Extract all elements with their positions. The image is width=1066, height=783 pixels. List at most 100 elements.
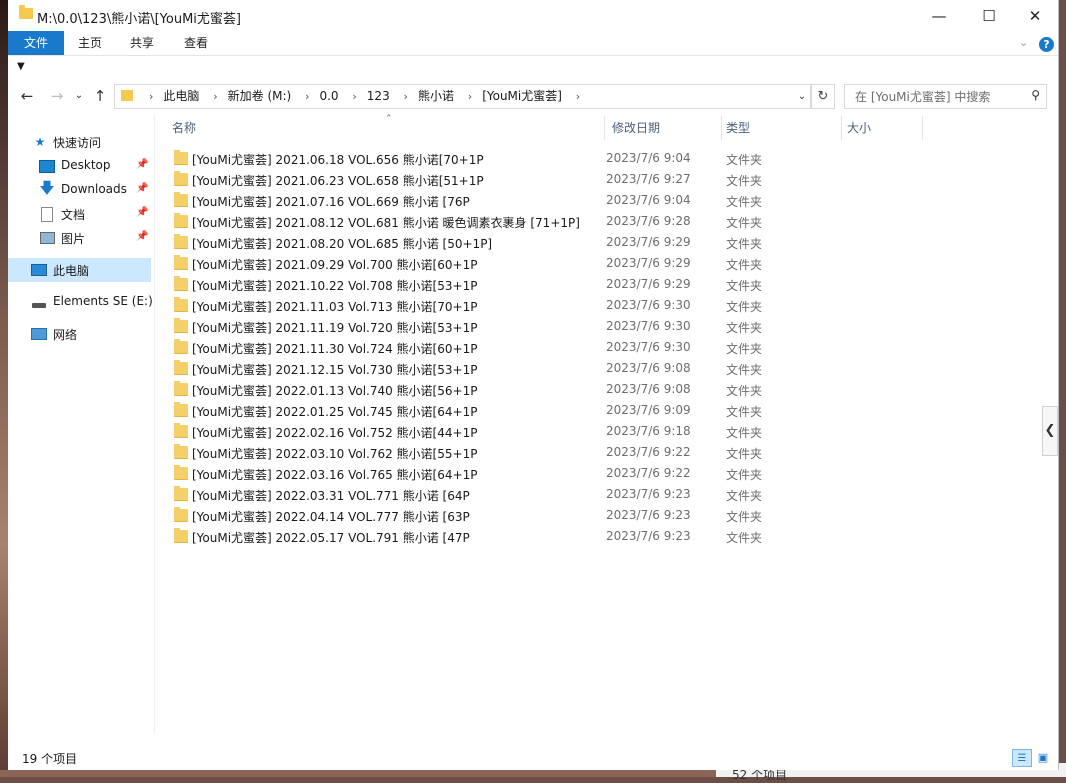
sidebar-item-this-pc[interactable]: 此电脑 (8, 258, 151, 282)
file-name[interactable]: [YouMi尤蜜荟] 2021.06.18 VOL.656 熊小诺[70+1P (192, 151, 484, 168)
help-icon[interactable]: ? (1039, 37, 1054, 52)
file-name[interactable]: [YouMi尤蜜荟] 2022.03.31 VOL.771 熊小诺 [64P (192, 487, 470, 504)
collapse-pane-chevron-icon[interactable]: ❮ (1042, 406, 1058, 456)
address-dropdown-chevron-icon[interactable]: ⌄ (795, 85, 809, 108)
file-type: 文件夹 (726, 468, 763, 482)
table-row[interactable]: [YouMi尤蜜荟] 2021.07.16 VOL.669 熊小诺 [76P 20… (172, 190, 932, 211)
sidebar-item-downloads[interactable]: 🡇 Downloads 📌 (8, 178, 151, 202)
folder-icon (174, 507, 188, 522)
search-icon[interactable]: ⚲ (1031, 88, 1040, 102)
breadcrumb-item[interactable]: 此电脑 (163, 89, 199, 103)
star-icon: ★ (34, 135, 46, 149)
table-row[interactable]: [YouMi尤蜜荟] 2021.10.22 Vol.708 熊小诺[53+1P 2… (172, 274, 932, 295)
tab-home[interactable]: 主页 (64, 31, 116, 55)
tab-view[interactable]: 查看 (168, 31, 224, 55)
file-name[interactable]: [YouMi尤蜜荟] 2022.03.10 Vol.762 熊小诺[55+1P (192, 445, 477, 462)
tab-file[interactable]: 文件 (8, 31, 64, 55)
table-row[interactable]: [YouMi尤蜜荟] 2021.08.20 VOL.685 熊小诺 [50+1P… (172, 232, 932, 253)
file-name[interactable]: [YouMi尤蜜荟] 2022.04.14 VOL.777 熊小诺 [63P (192, 508, 470, 525)
file-name[interactable]: [YouMi尤蜜荟] 2021.08.12 VOL.681 熊小诺 暖色调素衣裹… (192, 214, 580, 231)
breadcrumb-item[interactable]: 熊小诺 (418, 89, 454, 103)
file-type: 文件夹 (726, 342, 763, 356)
customize-toolbar-arrow-icon[interactable]: ▼ (17, 61, 25, 72)
minimize-button[interactable]: — (916, 0, 962, 31)
folder-icon (174, 360, 188, 375)
large-icons-view-icon[interactable]: ▣ (1035, 749, 1051, 765)
table-row[interactable]: [YouMi尤蜜荟] 2021.12.15 Vol.730 熊小诺[53+1P 2… (172, 358, 932, 379)
sort-ascending-icon: ⌃ (385, 114, 393, 124)
breadcrumb-item[interactable]: [YouMi尤蜜荟] (482, 89, 562, 103)
folder-icon (174, 255, 188, 270)
table-row[interactable]: [YouMi尤蜜荟] 2022.01.13 Vol.740 熊小诺[56+1P 2… (172, 379, 932, 400)
folder-icon (174, 150, 188, 165)
maximize-button[interactable]: ☐ (966, 0, 1012, 31)
recent-locations-chevron-icon[interactable]: ⌄ (68, 85, 90, 107)
file-name[interactable]: [YouMi尤蜜荟] 2022.05.17 VOL.791 熊小诺 [47P (192, 529, 470, 546)
table-row[interactable]: [YouMi尤蜜荟] 2022.03.31 VOL.771 熊小诺 [64P 20… (172, 484, 932, 505)
navigation-pane: ★ 快速访问 Desktop 📌 🡇 Downloads 📌 文档 📌 图片 📌… (8, 114, 154, 734)
file-name[interactable]: [YouMi尤蜜荟] 2021.10.22 Vol.708 熊小诺[53+1P (192, 277, 477, 294)
folder-icon (174, 234, 188, 249)
file-name[interactable]: [YouMi尤蜜荟] 2022.01.13 Vol.740 熊小诺[56+1P (192, 382, 477, 399)
sidebar-item-network[interactable]: 网络 (8, 322, 151, 346)
folder-icon (174, 276, 188, 291)
sidebar-item-pictures[interactable]: 图片 📌 (8, 226, 151, 250)
file-name[interactable]: [YouMi尤蜜荟] 2021.06.23 VOL.658 熊小诺[51+1P (192, 172, 484, 189)
sidebar-item-desktop[interactable]: Desktop 📌 (8, 154, 151, 178)
column-header-name[interactable]: 名称 (172, 114, 196, 142)
table-row[interactable]: [YouMi尤蜜荟] 2021.11.30 Vol.724 熊小诺[60+1P 2… (172, 337, 932, 358)
back-button[interactable]: ← (16, 85, 38, 107)
file-name[interactable]: [YouMi尤蜜荟] 2021.11.30 Vol.724 熊小诺[60+1P (192, 340, 477, 357)
file-date: 2023/7/6 9:04 (606, 193, 691, 207)
navigation-bar: ← → ⌄ ↑ › 此电脑 › 新加卷 (M:) › 0.0 › 123 › 熊小诺 ›[… (8, 82, 1058, 110)
table-row[interactable]: [YouMi尤蜜荟] 2021.06.23 VOL.658 熊小诺[51+1P 2… (172, 169, 932, 190)
file-type: 文件夹 (726, 258, 763, 272)
search-box[interactable]: ⚲ (844, 84, 1047, 109)
up-button[interactable]: ↑ (89, 85, 111, 107)
table-row[interactable]: [YouMi尤蜜荟] 2022.01.25 Vol.745 熊小诺[64+1P 2… (172, 400, 932, 421)
table-row[interactable]: [YouMi尤蜜荟] 2021.11.19 Vol.720 熊小诺[53+1P 2… (172, 316, 932, 337)
search-input[interactable] (853, 88, 1025, 106)
column-header-type[interactable]: 类型 (726, 114, 750, 142)
breadcrumb-item[interactable]: 新加卷 (M:) (228, 89, 292, 103)
table-row[interactable]: [YouMi尤蜜荟] 2021.06.18 VOL.656 熊小诺[70+1P 2… (172, 148, 932, 169)
file-name[interactable]: [YouMi尤蜜荟] 2021.11.03 Vol.713 熊小诺[70+1P (192, 298, 477, 315)
pane-splitter[interactable] (154, 114, 155, 734)
table-row[interactable]: [YouMi尤蜜荟] 2022.03.10 Vol.762 熊小诺[55+1P 2… (172, 442, 932, 463)
table-row[interactable]: [YouMi尤蜜荟] 2021.11.03 Vol.713 熊小诺[70+1P 2… (172, 295, 932, 316)
table-row[interactable]: [YouMi尤蜜荟] 2021.08.12 VOL.681 熊小诺 暖色调素衣裹… (172, 211, 932, 232)
file-name[interactable]: [YouMi尤蜜荟] 2022.02.16 Vol.752 熊小诺[44+1P (192, 424, 477, 441)
details-view-icon[interactable]: ☰ (1012, 749, 1032, 767)
file-name[interactable]: [YouMi尤蜜荟] 2021.11.19 Vol.720 熊小诺[53+1P (192, 319, 477, 336)
table-row[interactable]: [YouMi尤蜜荟] 2021.09.29 Vol.700 熊小诺[60+1P 2… (172, 253, 932, 274)
file-type: 文件夹 (726, 384, 763, 398)
breadcrumb-item[interactable]: 123 (367, 89, 390, 103)
file-name[interactable]: [YouMi尤蜜荟] 2021.09.29 Vol.700 熊小诺[60+1P (192, 256, 477, 273)
file-name[interactable]: [YouMi尤蜜荟] 2022.03.16 Vol.765 熊小诺[64+1P (192, 466, 477, 483)
sidebar-item-quick-access[interactable]: ★ 快速访问 (8, 130, 151, 154)
title-bar[interactable]: M:\0.0\123\熊小诺\[YouMi尤蜜荟] — ☐ ✕ (8, 0, 1058, 31)
file-date: 2023/7/6 9:30 (606, 340, 691, 354)
expand-ribbon-chevron-icon[interactable]: ⌄ (1019, 36, 1028, 49)
sidebar-item-documents[interactable]: 文档 📌 (8, 202, 151, 226)
sidebar-item-drive-e[interactable]: Elements SE (E:) (8, 290, 153, 314)
document-icon (39, 206, 55, 222)
address-bar[interactable]: › 此电脑 › 新加卷 (M:) › 0.0 › 123 › 熊小诺 › [YouMi尤蜜荟… (114, 84, 811, 109)
file-name[interactable]: [YouMi尤蜜荟] 2021.12.15 Vol.730 熊小诺[53+1P (192, 361, 477, 378)
close-button[interactable]: ✕ (1012, 0, 1058, 31)
column-header-date[interactable]: 修改日期 (612, 114, 660, 142)
tab-share[interactable]: 共享 (116, 31, 168, 55)
file-type: 文件夹 (726, 195, 763, 209)
table-row[interactable]: [YouMi尤蜜荟] 2022.04.14 VOL.777 熊小诺 [63P 20… (172, 505, 932, 526)
file-name[interactable]: [YouMi尤蜜荟] 2021.07.16 VOL.669 熊小诺 [76P (192, 193, 470, 210)
file-name[interactable]: [YouMi尤蜜荟] 2021.08.20 VOL.685 熊小诺 [50+1P… (192, 235, 492, 252)
file-list: ⌃ 名称 修改日期 类型 大小 [YouMi尤蜜荟] 2021.06.18 VO… (163, 114, 1058, 734)
refresh-button[interactable]: ↻ (811, 84, 835, 109)
table-row[interactable]: [YouMi尤蜜荟] 2022.02.16 Vol.752 熊小诺[44+1P 2… (172, 421, 932, 442)
file-name[interactable]: [YouMi尤蜜荟] 2022.01.25 Vol.745 熊小诺[64+1P (192, 403, 477, 420)
forward-button[interactable]: → (46, 85, 68, 107)
breadcrumb-item[interactable]: 0.0 (319, 89, 338, 103)
table-row[interactable]: [YouMi尤蜜荟] 2022.05.17 VOL.791 熊小诺 [47P 20… (172, 526, 932, 547)
column-header-size[interactable]: 大小 (847, 114, 871, 142)
table-row[interactable]: [YouMi尤蜜荟] 2022.03.16 Vol.765 熊小诺[64+1P 2… (172, 463, 932, 484)
